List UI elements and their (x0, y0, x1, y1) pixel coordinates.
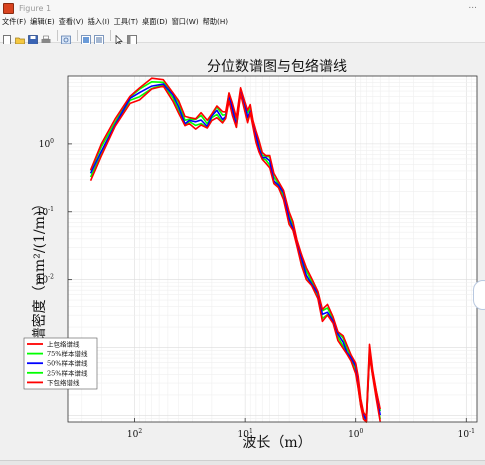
print-icon[interactable] (41, 30, 51, 43)
legend-label: 50%样本谱线 (47, 359, 88, 368)
data-tips-icon[interactable] (94, 30, 104, 45)
menu-insert[interactable]: 插入(I) (88, 16, 110, 28)
menu-view[interactable]: 查看(V) (59, 16, 84, 28)
chart-legend: 上包络谱线75%样本谱线50%样本谱线25%样本谱线下包络谱线 (23, 337, 98, 390)
toolbar-separator (77, 29, 78, 41)
zoom-icon[interactable] (61, 30, 71, 45)
menu-desktop[interactable]: 桌面(D) (142, 16, 168, 28)
y-tick-label: 100 (39, 138, 54, 150)
y-tick-exponent: -1 (48, 206, 54, 213)
new-figure-icon[interactable] (2, 30, 12, 45)
title-bar: Figure 1 ... (0, 0, 485, 16)
y-tick-exponent: 0 (50, 138, 54, 145)
figure-window: Figure 1 ... 文件(F) 编辑(E) 查看(V) 插入(I) 工具(… (0, 0, 485, 465)
x-tick-exponent: 2 (138, 428, 142, 435)
legend-label: 75%样本谱线 (47, 349, 88, 358)
menu-file[interactable]: 文件(F) (2, 16, 26, 28)
plot-axes: 102 101 100 10-110010-110-2 (37, 75, 478, 440)
legend-label: 25%样本谱线 (47, 368, 88, 377)
x-tick-exponent: -1 (469, 428, 475, 435)
menu-edit[interactable]: 编辑(E) (30, 16, 55, 28)
window-title: Figure 1 (19, 3, 52, 13)
pointer-icon[interactable] (114, 30, 124, 45)
x-tick-label: 100 (348, 428, 363, 440)
menu-window[interactable]: 窗口(W) (172, 16, 199, 28)
chart-title: 分位数谱图与包络谱线 (207, 59, 347, 75)
save-icon[interactable] (28, 30, 38, 45)
plot-background (68, 76, 477, 422)
toolbar-separator (110, 29, 111, 41)
y-tick-exponent: -2 (48, 274, 54, 281)
y-axis-label: 谱密度（mm²/(1/m)） (31, 197, 48, 342)
window-controls-icon[interactable]: ... (468, 1, 477, 11)
figure-canvas: 分位数谱图与包络谱线 102 101 100 10-1 100 10-1 10-2 波长（m… (0, 44, 485, 460)
toolbar-separator (57, 29, 58, 41)
window-bottom-edge (0, 460, 485, 465)
open-icon[interactable] (15, 30, 25, 45)
x-tick-label: 10-1 (458, 428, 475, 440)
menu-help[interactable]: 帮助(H) (203, 16, 228, 28)
menu-bar: 文件(F) 编辑(E) 查看(V) 插入(I) 工具(T) 桌面(D) 窗口(W… (0, 16, 485, 28)
tool-bar (0, 28, 485, 45)
menu-tools[interactable]: 工具(T) (114, 16, 138, 28)
legend-label: 下包络谱线 (47, 378, 80, 387)
x-tick-exponent: 0 (360, 428, 364, 435)
x-tick-exponent: 1 (249, 428, 253, 435)
x-axis-label: 波长（m） (242, 435, 311, 451)
matlab-figure-icon (3, 2, 14, 14)
scroll-handle[interactable] (473, 280, 485, 310)
layout-icon[interactable] (81, 30, 91, 45)
legend-label: 上包络谱线 (47, 340, 80, 349)
spectrum-plot: 分位数谱图与包络谱线 102 101 100 10-110010-110-2 波长（m… (23, 59, 478, 451)
panel-icon[interactable] (127, 30, 137, 45)
x-tick-label: 102 (127, 428, 142, 440)
